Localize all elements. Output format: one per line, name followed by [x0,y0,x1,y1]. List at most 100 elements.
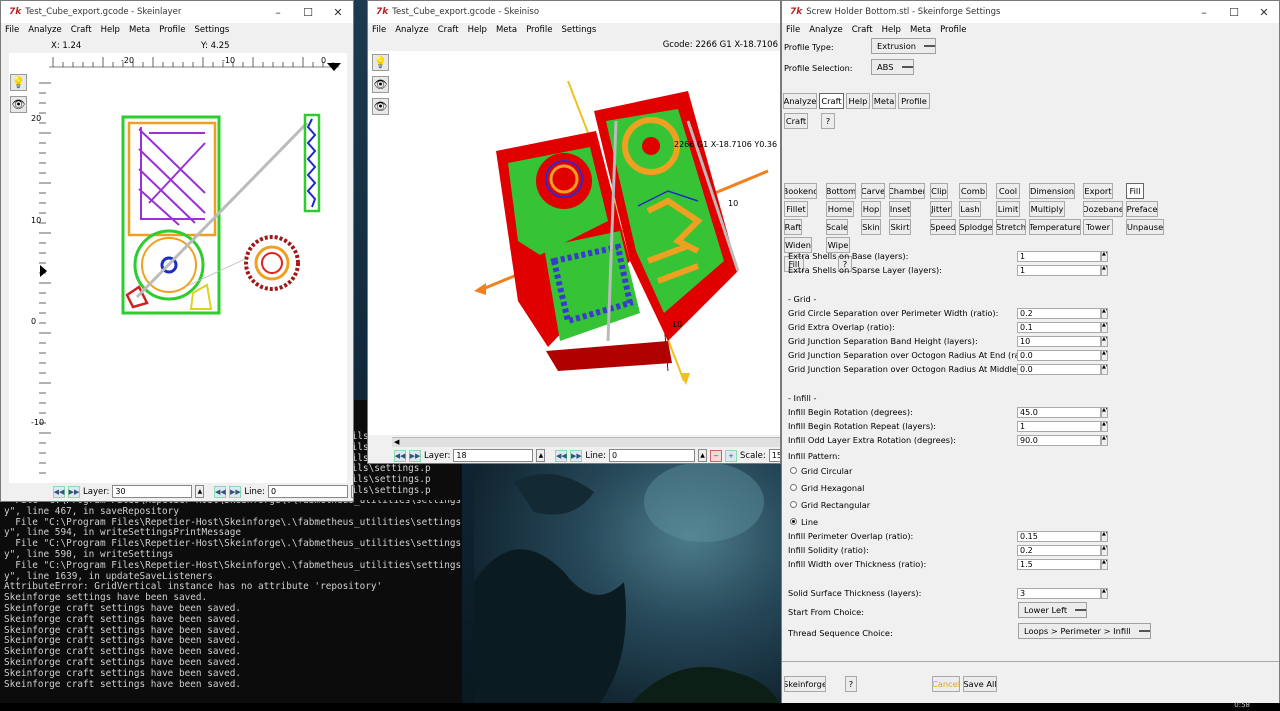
spin-arrows-icon[interactable]: ▲▼ [1101,531,1108,542]
spin-arrows-icon[interactable]: ▲▼ [1101,545,1108,556]
line-next-icon[interactable]: ▶▶ [229,485,242,498]
plugin-button-carve[interactable]: Carve [861,183,885,199]
layer-prev-icon[interactable]: ◀◀ [53,485,65,498]
horizontal-scrollbar[interactable]: ◀ [392,437,780,447]
skeinlayer-canvas[interactable]: -20 -10 0 20 10 0 -10 [9,53,347,483]
profile-selection-select[interactable]: ABS [871,59,914,75]
maximize-icon[interactable]: ☐ [1219,6,1249,19]
menu-craft[interactable]: Craft [71,25,92,35]
plugin-button-splodge[interactable]: Splodge [959,219,993,235]
lightbulb-icon[interactable]: 💡 [372,54,389,71]
layer-prev-icon[interactable]: ◀◀ [394,449,406,462]
zoom-in-icon[interactable]: + [725,449,737,462]
spin-arrows-icon[interactable]: ▲▼ [1101,435,1108,446]
plugin-button-hop[interactable]: Hop [861,201,881,217]
menu-file[interactable]: File [786,25,800,35]
field-input[interactable]: 0.2 [1017,308,1101,319]
close-icon[interactable]: ✕ [323,6,353,19]
layer-next-icon[interactable]: ▶▶ [68,485,80,498]
spin-arrows-icon[interactable]: ▲▼ [1101,336,1108,347]
plugin-button-home[interactable]: Home [826,201,854,217]
spin-arrows-icon[interactable]: ▲▼ [1101,265,1108,276]
spin-arrows-icon[interactable]: ▲▼ [1101,421,1108,432]
menu-help[interactable]: Help [882,25,901,35]
craft-button[interactable]: Craft [784,113,808,129]
line-next-icon[interactable]: ▶▶ [570,449,583,462]
line-spin-icon[interactable]: ▲ [698,449,707,462]
plugin-button-fillet[interactable]: Fillet [784,201,808,217]
spin-arrows-icon[interactable]: ▲▼ [1101,322,1108,333]
field-input[interactable]: 45.0 [1017,407,1101,418]
line-prev-icon[interactable]: ◀◀ [555,449,568,462]
field-input[interactable]: 0.15 [1017,531,1101,542]
line-input[interactable]: 0 [268,485,348,498]
plugin-button-cool[interactable]: Cool [996,183,1020,199]
radio-grid-rectangular[interactable] [790,501,797,508]
thread-sequence-select[interactable]: Loops > Perimeter > Infill [1018,623,1151,639]
eye-icon[interactable]: 👁 [372,98,389,115]
plugin-button-dimension[interactable]: Dimension [1029,183,1075,199]
plugin-button-tower[interactable]: Tower [1083,219,1113,235]
layer-input[interactable]: 18 [453,449,534,462]
minimize-icon[interactable]: – [1189,6,1219,19]
close-icon[interactable]: ✕ [1249,6,1279,19]
menu-file[interactable]: File [372,25,386,35]
field-input[interactable]: 1 [1017,251,1101,262]
field-input[interactable]: 1.5 [1017,559,1101,570]
plugin-button-inset[interactable]: Inset [889,201,911,217]
cancel-button[interactable]: Cancel [932,676,960,692]
plugin-button-stretch[interactable]: Stretch [996,219,1026,235]
menu-profile[interactable]: Profile [940,25,966,35]
craft-help-button[interactable]: ? [821,113,835,129]
radio-grid-hexagonal[interactable] [790,484,797,491]
layer-input[interactable]: 30 [112,485,193,498]
plugin-button-fill[interactable]: Fill [1126,183,1144,199]
plugin-button-unpause[interactable]: Unpause [1126,219,1164,235]
field-input[interactable]: 0.0 [1017,350,1101,361]
menu-help[interactable]: Help [101,25,120,35]
menu-settings[interactable]: Settings [195,25,230,35]
field-input[interactable]: 1 [1017,421,1101,432]
plugin-button-skin[interactable]: Skin [861,219,881,235]
scroll-left-icon[interactable]: ◀ [394,438,399,446]
menu-meta[interactable]: Meta [910,25,931,35]
field-input[interactable]: 0.1 [1017,322,1101,333]
plugin-button-lash[interactable]: Lash [959,201,981,217]
plugin-button-limit[interactable]: Limit [996,201,1020,217]
menu-file[interactable]: File [5,25,19,35]
field-input[interactable]: 0.0 [1017,364,1101,375]
scale-input[interactable]: 15.0 [768,449,780,462]
save-all-button[interactable]: Save All [963,676,997,692]
spin-arrows-icon[interactable]: ▲▼ [1101,251,1108,262]
line-input[interactable]: 0 [609,449,695,462]
plugin-button-chamber[interactable]: Chamber [889,183,925,199]
field-input[interactable]: 0.2 [1017,545,1101,556]
layer-spin-icon[interactable]: ▲ [195,485,205,498]
plugin-button-bookend[interactable]: Bookend [784,183,817,199]
spin-arrows-icon[interactable]: ▲▼ [1101,350,1108,361]
spin-arrows-icon[interactable]: ▲▼ [1101,407,1108,418]
tab-help[interactable]: Help [846,93,870,109]
zoom-out-icon[interactable]: − [710,449,722,462]
spin-arrows-icon[interactable]: ▲▼ [1101,308,1108,319]
field-input[interactable]: 90.0 [1017,435,1101,446]
menu-craft[interactable]: Craft [852,25,873,35]
plugin-button-skirt[interactable]: Skirt [889,219,911,235]
plugin-button-jitter[interactable]: Jitter [930,201,952,217]
plugin-button-clip[interactable]: Clip [930,183,948,199]
profile-type-select[interactable]: Extrusion [871,38,937,54]
menu-craft[interactable]: Craft [438,25,459,35]
plugin-button-temperature[interactable]: Temperature [1029,219,1081,235]
line-spin-icon[interactable]: ▲ [351,485,353,498]
plugin-button-speed[interactable]: Speed [930,219,956,235]
plugin-button-multiply[interactable]: Multiply [1029,201,1065,217]
tab-craft[interactable]: Craft [819,93,844,109]
plugin-button-comb[interactable]: Comb [959,183,987,199]
field-input[interactable]: 3 [1017,588,1101,599]
menu-meta[interactable]: Meta [129,25,150,35]
tab-meta[interactable]: Meta [872,93,896,109]
bottom-help-button[interactable]: ? [845,676,857,692]
spin-arrows-icon[interactable]: ▲▼ [1101,588,1108,599]
menu-analyze[interactable]: Analyze [28,25,62,35]
menu-settings[interactable]: Settings [562,25,597,35]
